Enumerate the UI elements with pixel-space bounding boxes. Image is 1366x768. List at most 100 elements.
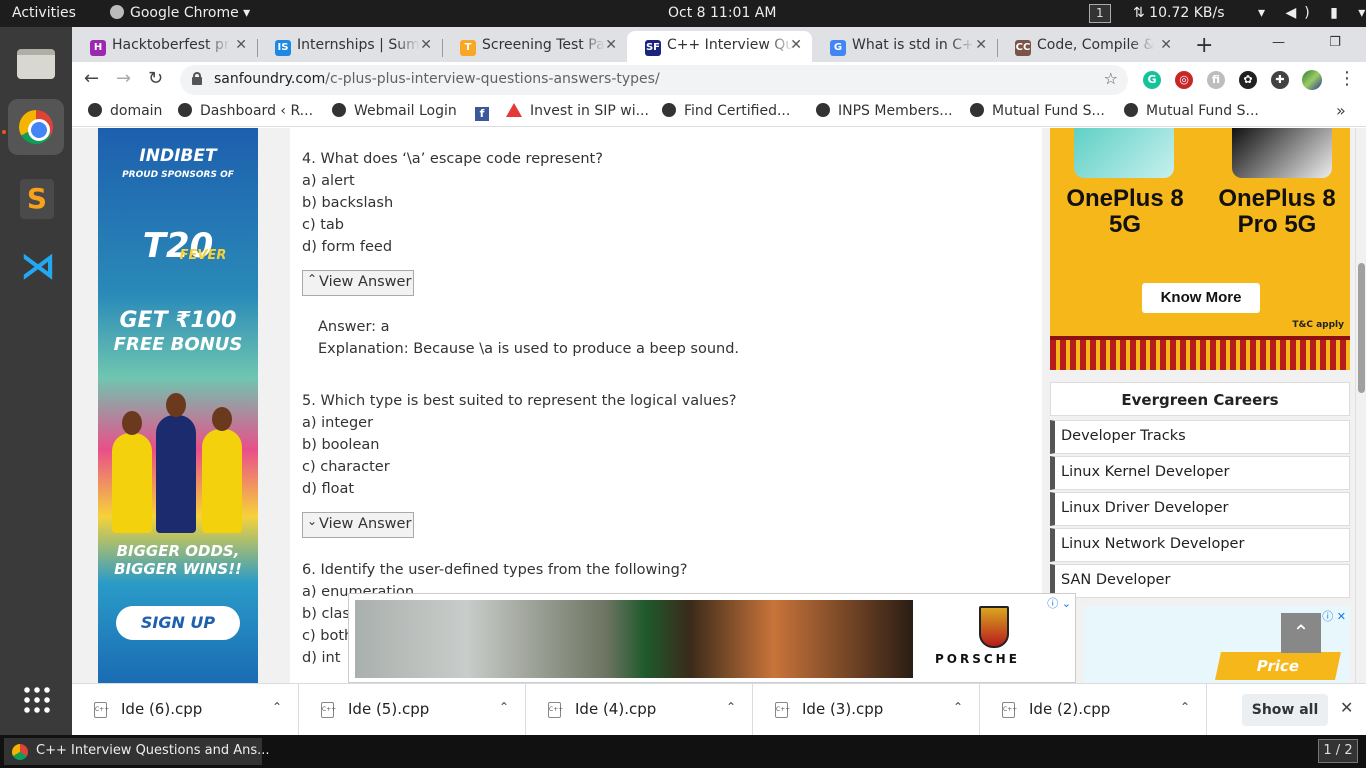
ad-decorative-band	[1050, 336, 1350, 370]
activities-button[interactable]: Activities	[12, 5, 76, 21]
know-more-button[interactable]: Know More	[1142, 283, 1260, 313]
scroll-to-top-button[interactable]: ⌃	[1281, 613, 1321, 653]
close-tab-icon[interactable]: ✕	[790, 37, 802, 53]
ad-tagline1: BIGGER ODDS,	[116, 542, 240, 560]
chrome-menu-button[interactable]: ⋮	[1338, 68, 1356, 89]
download-item[interactable]: C++ Ide (6).cpp ⌃	[72, 684, 299, 736]
bookmark-star-icon[interactable]: ☆	[1104, 69, 1118, 88]
grammarly-extension-icon[interactable]: G	[1143, 71, 1161, 89]
tab-screening-test[interactable]: T Screening Test Pa ✕	[442, 31, 627, 62]
bookmark-dashboard[interactable]: Dashboard ‹ R...	[178, 103, 313, 119]
tab-label: C++ Interview Qu	[667, 37, 795, 53]
career-link-san[interactable]: SAN Developer	[1050, 564, 1350, 598]
tab-internships[interactable]: IS Internships | Sum ✕	[257, 31, 442, 62]
tab-hacktoberfest[interactable]: H Hacktoberfest pr ✕	[72, 31, 257, 62]
oneplus-ad[interactable]: OnePlus 8 5G OnePlus 8 Pro 5G Know More …	[1050, 128, 1350, 370]
extensions-puzzle-icon[interactable]: ✚	[1271, 71, 1289, 89]
career-link-linux-network[interactable]: Linux Network Developer	[1050, 528, 1350, 562]
adchoices-icon[interactable]: ⓘ ✕	[1322, 608, 1346, 624]
close-tab-icon[interactable]: ✕	[975, 37, 987, 53]
porsche-ad[interactable]: PORSCHE ⓘ ⌄	[348, 593, 1076, 683]
bookmark-facebook[interactable]: f	[475, 103, 497, 121]
files-dock-icon[interactable]	[8, 37, 64, 93]
globe-icon	[178, 103, 192, 117]
chevron-up-icon[interactable]: ⌃	[726, 700, 736, 714]
wappalyzer-extension-icon[interactable]: ✿	[1239, 71, 1257, 89]
ad-model-1: OnePlus 8 5G	[1066, 185, 1184, 238]
window-controls[interactable]: — ❐ ✕	[1272, 35, 1366, 50]
close-tab-icon[interactable]: ✕	[1160, 37, 1172, 53]
ad-signup-button[interactable]: SIGN UP	[116, 606, 240, 640]
chrome-dock-icon[interactable]	[8, 99, 64, 155]
career-link-developer-tracks[interactable]: Developer Tracks	[1050, 420, 1350, 454]
page-scrollbar[interactable]	[1355, 128, 1366, 683]
address-bar[interactable]: sanfoundry.com/c-plus-plus-interview-que…	[180, 65, 1128, 95]
workspace-switcher[interactable]: 1 / 2	[1318, 739, 1358, 763]
new-tab-button[interactable]: +	[1195, 33, 1213, 58]
career-link-linux-kernel[interactable]: Linux Kernel Developer	[1050, 456, 1350, 490]
chrome-app-icon	[110, 5, 124, 19]
globe-icon	[1124, 103, 1138, 117]
view-answer-button-q4[interactable]: ⌃ View Answer	[302, 270, 414, 296]
close-download-shelf-button[interactable]: ✕	[1340, 698, 1353, 717]
bookmark-find-certified[interactable]: Find Certified...	[662, 103, 790, 119]
extension-icon[interactable]: fi	[1207, 71, 1225, 89]
profile-avatar[interactable]	[1302, 70, 1322, 90]
tab-cpp-interview[interactable]: SF C++ Interview Qu ✕	[627, 31, 812, 62]
download-item[interactable]: C++ Ide (5).cpp ⌃	[299, 684, 526, 736]
system-menu-icons[interactable]: ▾ ◀) ▮ ▾	[1258, 5, 1366, 21]
close-tab-icon[interactable]: ✕	[235, 37, 247, 53]
adchoices-icon[interactable]: ⓘ ⌄	[1047, 595, 1071, 611]
bookmark-label: Dashboard ‹ R...	[200, 103, 314, 119]
tab-what-is-std[interactable]: G What is std in C+ ✕	[812, 31, 997, 62]
bookmark-label: Invest in SIP wi...	[530, 103, 649, 119]
download-item[interactable]: C++ Ide (3).cpp ⌃	[753, 684, 980, 736]
more-bookmarks-button[interactable]: »	[1336, 101, 1346, 120]
chevron-up-icon[interactable]: ⌃	[953, 700, 963, 714]
chevron-up-icon[interactable]: ⌃	[272, 700, 282, 714]
show-applications-button[interactable]	[8, 677, 64, 733]
widget-title: Evergreen Careers	[1050, 382, 1350, 416]
clock[interactable]: Oct 8 11:01 AM	[668, 5, 776, 21]
bookmark-domain[interactable]: domain	[88, 103, 162, 119]
vscode-icon: ⋊	[20, 246, 56, 287]
question-5: 5. Which type is best suited to represen…	[302, 393, 737, 409]
tab-strip: H Hacktoberfest pr ✕ IS Internships | Su…	[72, 27, 1366, 62]
download-filename: Ide (2).cpp	[1029, 700, 1111, 718]
download-item[interactable]: C++ Ide (4).cpp ⌃	[526, 684, 753, 736]
chevron-up-icon[interactable]: ⌃	[1180, 700, 1190, 714]
chevron-up-icon[interactable]: ⌃	[499, 700, 509, 714]
scrollbar-thumb[interactable]	[1358, 263, 1365, 393]
reload-button[interactable]: ↻	[148, 68, 163, 89]
career-link-linux-driver[interactable]: Linux Driver Developer	[1050, 492, 1350, 526]
bookmark-inps[interactable]: INPS Members...	[816, 103, 953, 119]
bookmark-label: Webmail Login	[354, 103, 457, 119]
record-extension-icon[interactable]: ◎	[1175, 71, 1193, 89]
tab-code-compile[interactable]: CC Code, Compile & ✕	[997, 31, 1182, 62]
close-tab-icon[interactable]: ✕	[605, 37, 617, 53]
view-answer-button-q5[interactable]: ⌄ View Answer	[302, 512, 414, 538]
q4-option-b: b) backslash	[302, 195, 394, 211]
close-tab-icon[interactable]: ✕	[420, 37, 432, 53]
forward-button[interactable]: →	[116, 68, 131, 89]
workspace-indicator[interactable]: 1	[1089, 4, 1111, 23]
back-button[interactable]: ←	[84, 68, 99, 89]
q6-option-d: d) int	[302, 650, 341, 666]
sublime-dock-icon[interactable]: S	[8, 171, 64, 227]
download-item[interactable]: C++ Ide (2).cpp ⌃	[980, 684, 1207, 736]
q5-option-d: d) float	[302, 481, 355, 497]
bookmark-mutual-fund-2[interactable]: Mutual Fund S...	[1124, 103, 1259, 119]
url-text[interactable]: sanfoundry.com/c-plus-plus-interview-que…	[214, 71, 660, 87]
taskbar-window-button[interactable]: C++ Interview Questions and Ans...	[4, 738, 270, 765]
lock-icon[interactable]	[192, 72, 202, 85]
vscode-dock-icon[interactable]: ⋊	[8, 239, 64, 295]
bookmark-invest-sip[interactable]: Invest in SIP wi...	[506, 103, 649, 119]
view-answer-label: View Answer	[319, 274, 412, 290]
app-menu[interactable]: Google Chrome ▾	[110, 5, 250, 21]
bookmark-webmail[interactable]: Webmail Login	[332, 103, 457, 119]
price-label: Price	[1215, 652, 1341, 680]
ad-terms: T&C apply	[1292, 320, 1344, 330]
show-all-downloads-button[interactable]: Show all	[1242, 694, 1328, 726]
indibet-ad-banner[interactable]: INDIBET PROUD SPONSORS OF T20 FEVER GET …	[98, 128, 258, 683]
bookmark-mutual-fund-1[interactable]: Mutual Fund S...	[970, 103, 1105, 119]
